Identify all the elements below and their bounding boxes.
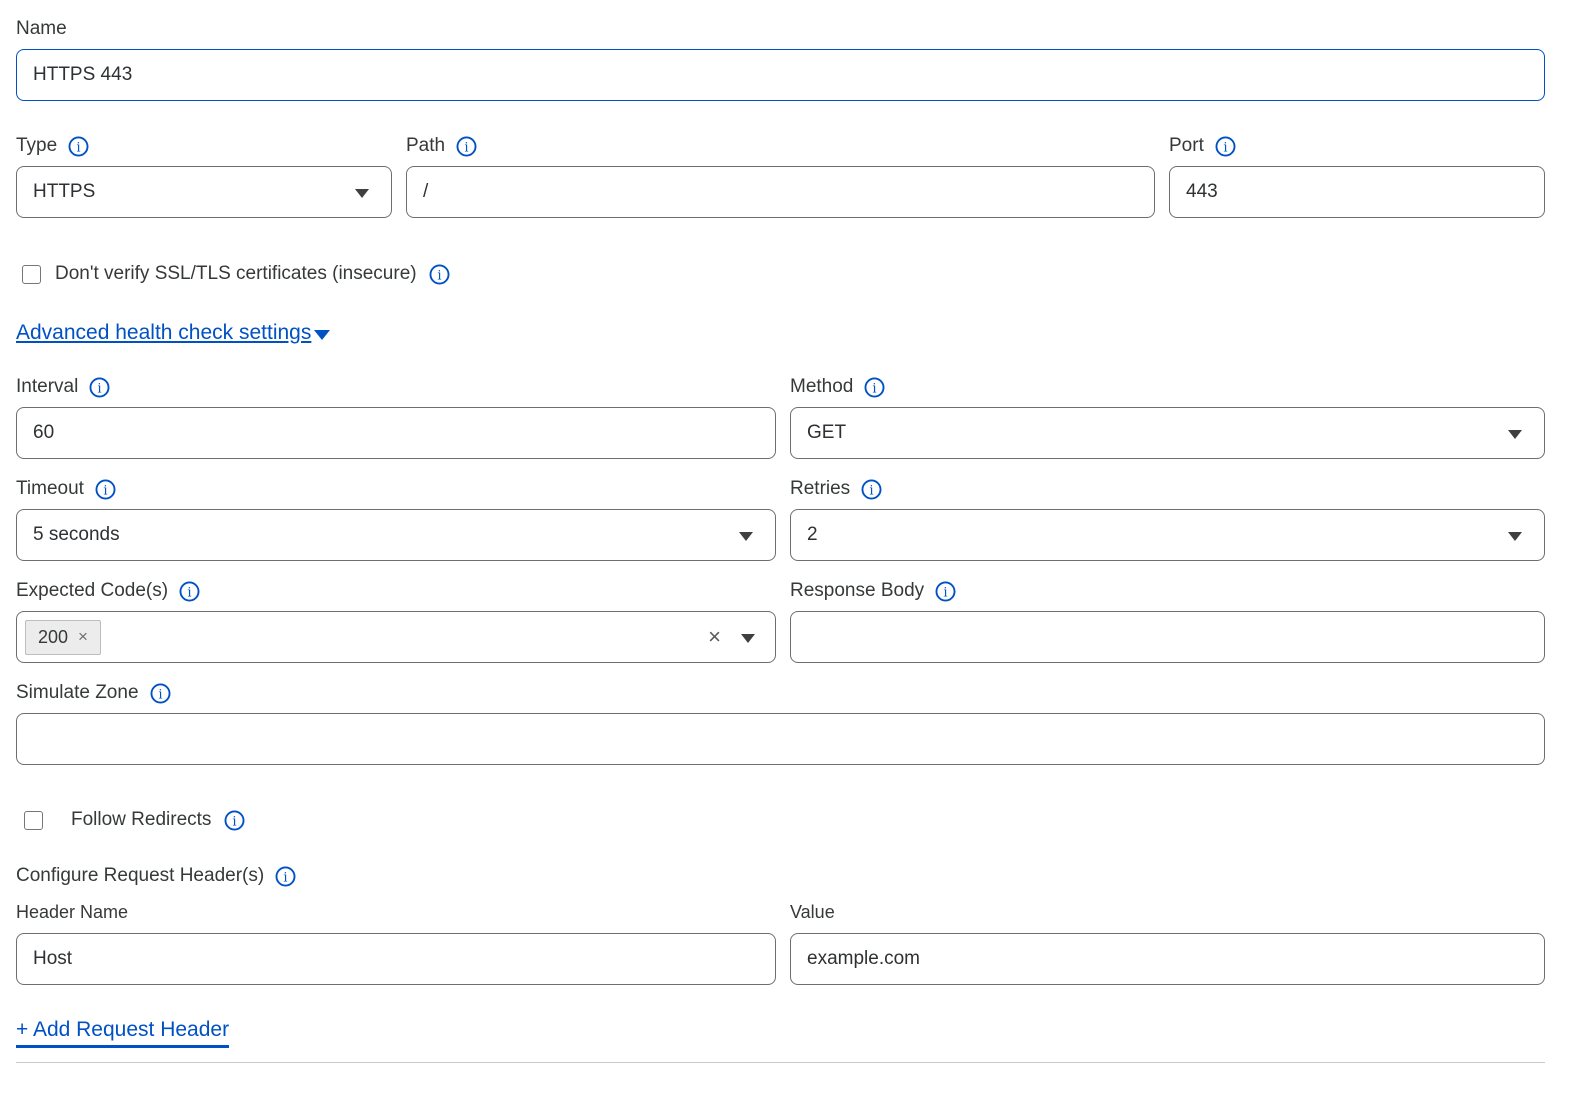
add-header-row: + Add Request Header	[16, 1018, 1545, 1048]
retries-select[interactable]: 2	[790, 509, 1545, 561]
svg-text:i: i	[437, 268, 441, 283]
response-body-field: Response Body i	[790, 580, 1545, 663]
svg-text:i: i	[284, 870, 288, 885]
path-input[interactable]	[406, 166, 1155, 218]
type-path-port-row: Type i HTTPS Path i	[16, 135, 1545, 218]
chevron-down-icon	[314, 330, 330, 340]
method-label: Method	[790, 376, 853, 398]
ssl-verify-checkbox[interactable]	[22, 265, 41, 284]
expected-codes-label: Expected Code(s)	[16, 580, 168, 602]
svg-text:i: i	[944, 585, 948, 600]
info-icon[interactable]: i	[95, 479, 116, 500]
info-icon[interactable]: i	[935, 581, 956, 602]
info-icon[interactable]: i	[864, 377, 885, 398]
advanced-settings-grid: Interval i Method i GET	[16, 376, 1545, 663]
advanced-settings-row: Advanced health check settings	[16, 321, 1545, 345]
svg-text:i: i	[77, 140, 81, 155]
clear-all-icon[interactable]: ×	[708, 626, 721, 648]
type-field: Type i HTTPS	[16, 135, 392, 218]
type-select[interactable]: HTTPS	[16, 166, 392, 218]
info-icon[interactable]: i	[224, 810, 245, 831]
add-request-header-link[interactable]: + Add Request Header	[16, 1018, 229, 1048]
chevron-down-icon	[1508, 430, 1522, 439]
expected-codes-multiselect[interactable]: 200 × ×	[16, 611, 776, 663]
chevron-down-icon	[355, 189, 369, 198]
timeout-select-value: 5 seconds	[33, 524, 120, 546]
header-value-label: Value	[790, 902, 835, 923]
configure-headers-section: Configure Request Header(s) i	[16, 865, 1545, 887]
retries-field: Retries i 2	[790, 478, 1545, 561]
header-name-label: Header Name	[16, 902, 128, 923]
method-field: Method i GET	[790, 376, 1545, 459]
request-header-row: Header Name Value	[16, 902, 1545, 985]
type-select-value: HTTPS	[33, 181, 95, 203]
chevron-down-icon	[1508, 532, 1522, 541]
path-label: Path	[406, 135, 445, 157]
retries-label: Retries	[790, 478, 850, 500]
svg-text:i: i	[1223, 140, 1227, 155]
name-label: Name	[16, 18, 67, 40]
info-icon[interactable]: i	[275, 866, 296, 887]
expected-codes-field: Expected Code(s) i 200 × ×	[16, 580, 776, 663]
response-body-input[interactable]	[790, 611, 1545, 663]
retries-select-value: 2	[807, 524, 818, 546]
info-icon[interactable]: i	[429, 264, 450, 285]
name-field: Name	[16, 18, 1545, 101]
timeout-label: Timeout	[16, 478, 84, 500]
header-name-field: Header Name	[16, 902, 776, 985]
interval-input[interactable]	[16, 407, 776, 459]
ssl-verify-label: Don't verify SSL/TLS certificates (insec…	[55, 263, 417, 285]
simulate-zone-input[interactable]	[16, 713, 1545, 765]
svg-text:i: i	[873, 381, 877, 396]
info-icon[interactable]: i	[68, 136, 89, 157]
method-select-value: GET	[807, 422, 846, 444]
svg-text:i: i	[103, 483, 107, 498]
follow-redirects-label: Follow Redirects	[71, 809, 211, 831]
path-field: Path i	[406, 135, 1155, 218]
simulate-zone-field: Simulate Zone i	[16, 682, 1545, 765]
follow-redirects-checkbox[interactable]	[24, 811, 43, 830]
info-icon[interactable]: i	[89, 377, 110, 398]
info-icon[interactable]: i	[1215, 136, 1236, 157]
header-value-input[interactable]	[790, 933, 1545, 985]
info-icon[interactable]: i	[150, 683, 171, 704]
section-divider	[16, 1062, 1545, 1063]
remove-tag-icon[interactable]: ×	[78, 627, 88, 647]
svg-text:i: i	[870, 483, 874, 498]
port-input[interactable]	[1169, 166, 1545, 218]
svg-text:i: i	[233, 814, 237, 829]
type-label: Type	[16, 135, 57, 157]
ssl-verify-checkbox-row: Don't verify SSL/TLS certificates (insec…	[16, 263, 1545, 285]
name-input[interactable]	[16, 49, 1545, 101]
interval-field: Interval i	[16, 376, 776, 459]
header-name-input[interactable]	[16, 933, 776, 985]
port-label: Port	[1169, 135, 1204, 157]
expected-code-tag: 200 ×	[25, 620, 101, 655]
svg-text:i: i	[187, 585, 191, 600]
info-icon[interactable]: i	[456, 136, 477, 157]
method-select[interactable]: GET	[790, 407, 1545, 459]
info-icon[interactable]: i	[861, 479, 882, 500]
info-icon[interactable]: i	[179, 581, 200, 602]
response-body-label: Response Body	[790, 580, 924, 602]
svg-text:i: i	[464, 140, 468, 155]
chevron-down-icon	[739, 532, 753, 541]
expected-code-tag-value: 200	[38, 627, 68, 648]
timeout-field: Timeout i 5 seconds	[16, 478, 776, 561]
svg-text:i: i	[158, 687, 162, 702]
follow-redirects-row: Follow Redirects i	[16, 809, 1545, 831]
svg-text:i: i	[98, 381, 102, 396]
advanced-settings-link[interactable]: Advanced health check settings	[16, 321, 311, 345]
configure-headers-label: Configure Request Header(s)	[16, 865, 264, 887]
chevron-down-icon	[741, 634, 755, 643]
port-field: Port i	[1169, 135, 1545, 218]
header-value-field: Value	[790, 902, 1545, 985]
interval-label: Interval	[16, 376, 78, 398]
timeout-select[interactable]: 5 seconds	[16, 509, 776, 561]
health-check-form: Name Type i HTTPS Path i	[0, 0, 1570, 1063]
simulate-zone-label: Simulate Zone	[16, 682, 139, 704]
